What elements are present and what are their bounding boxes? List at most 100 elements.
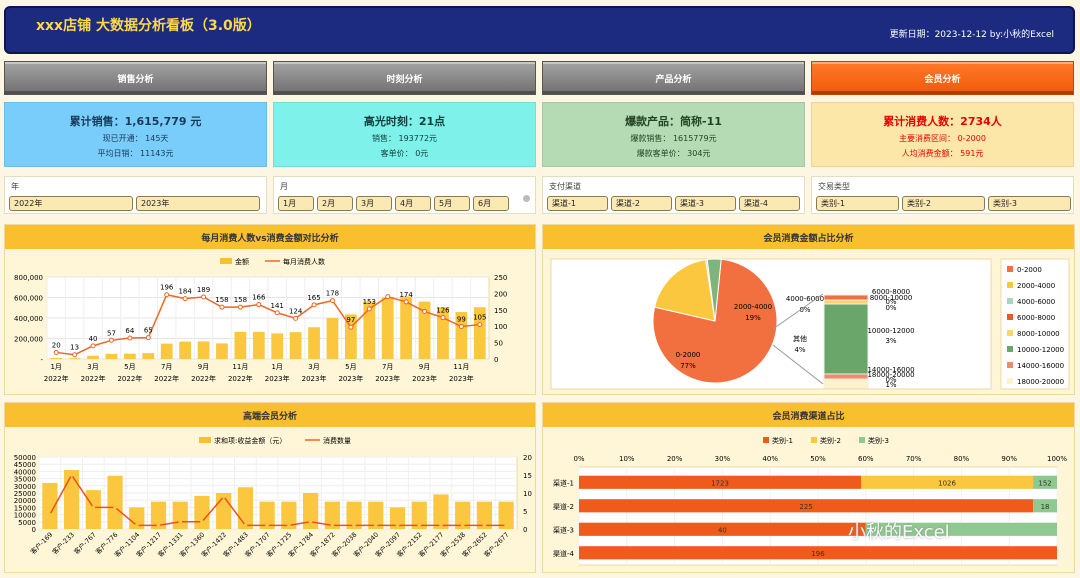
line-point (403, 299, 409, 305)
legend-label: 2000-4000 (1017, 282, 1055, 290)
slicer-item-type-1[interactable]: 类别-1 (816, 196, 899, 211)
data-label: 40 (89, 335, 98, 343)
panel-title: 会员消费渠道占比 (543, 403, 1074, 427)
slicer-item-channel-2[interactable]: 渠道-2 (611, 196, 672, 211)
x-tick-label: 90% (1001, 455, 1017, 463)
data-label: 57 (107, 329, 116, 337)
data-label: 196 (160, 284, 174, 292)
line-point (308, 520, 313, 524)
y2-tick-label: 5 (523, 508, 527, 516)
slicer-item-2023[interactable]: 2023年 (136, 196, 260, 211)
slicer-transaction-type: 交易类型 类别-1 类别-2 类别-3 (811, 176, 1074, 214)
kpi-sales: 累计销售：1,615,779 元 现已开通： 145天 平均日销： 11143元 (4, 102, 267, 167)
line-point (90, 343, 96, 349)
line-point (127, 335, 133, 341)
slicer-item-2022[interactable]: 2022年 (9, 196, 133, 211)
watermark-text: 小秋的Excel (848, 522, 950, 543)
breakdown-segment (823, 294, 869, 301)
x-tick-label: 2022年 (154, 374, 179, 383)
slice-label: 0-2000 (676, 351, 701, 359)
line-point (329, 298, 335, 304)
data-label: 18 (1041, 503, 1050, 511)
bar (197, 341, 210, 359)
tab-sales-analysis[interactable]: 销售分析 (4, 61, 267, 95)
slicer-item-month-4[interactable]: 4月 (395, 196, 431, 211)
legend-swatch (1007, 314, 1013, 320)
y2-tick-label: 200 (494, 290, 507, 298)
legend-label: 类别-1 (772, 436, 793, 445)
line-point (477, 322, 483, 328)
y2-tick-label: 0 (494, 356, 498, 364)
line-point (91, 505, 96, 510)
panel-pie: 会员消费金额占比分析 0-2000 77% 2000-4000 19% 4000-600… (542, 224, 1075, 395)
slicer-item-month-6[interactable]: 6月 (473, 196, 509, 211)
bar (68, 358, 81, 359)
channel-stacked-bar-chart: 类别-1 类别-2 类别-3 0% 10% 20% 30% 40% 50% 60% 70% 80% 90… (553, 436, 1067, 566)
slicer-item-channel-4[interactable]: 渠道-4 (739, 196, 800, 211)
line-point (395, 523, 400, 528)
legend-label: 每月消费人数 (283, 257, 325, 266)
y-tick-label: 渠道-3 (553, 525, 574, 534)
slicer-item-type-2[interactable]: 类别-2 (902, 196, 985, 211)
panel-highend-members: 高端会员分析 求和项:收益金额（元） 消费数量 50000 45000 40000 350… (4, 402, 536, 573)
data-label: 1026 (938, 479, 956, 487)
line-point (311, 302, 317, 308)
tab-product-analysis[interactable]: 产品分析 (542, 61, 805, 95)
line-point (293, 315, 299, 321)
legend-label: 类别-2 (820, 436, 841, 445)
kpi-highlight-time: 高光时刻：21点 销售： 193772元 客单价： 0元 (273, 102, 536, 167)
bar (142, 353, 155, 359)
breakdown-segment (823, 378, 869, 389)
x-tick-label: 3月 (87, 363, 98, 371)
x-tick-label: 2022年 (81, 374, 106, 383)
tab-member-analysis[interactable]: 会员分析 (811, 61, 1074, 95)
y-tick-label: 渠道-2 (553, 502, 574, 511)
breakdown-label: 8000-10000 (870, 294, 913, 302)
x-tick-label: 2023年 (265, 374, 290, 383)
tab-time-analysis[interactable]: 时刻分析 (273, 61, 536, 95)
slicer-item-month-1[interactable]: 1月 (278, 196, 314, 211)
scrollbar-handle[interactable] (523, 195, 530, 202)
legend-label: 8000-10000 (1017, 330, 1060, 338)
data-label: 165 (307, 294, 320, 302)
bar (194, 495, 210, 529)
line-point (134, 523, 139, 528)
slicer-item-month-3[interactable]: 3月 (356, 196, 392, 211)
x-tick-label: 11月 (232, 363, 248, 371)
slicer-title: 交易类型 (818, 182, 850, 191)
x-tick-label: 客户-767 (72, 530, 98, 556)
y-tick-label: 渠道-1 (553, 478, 574, 487)
legend-swatch (859, 437, 865, 443)
slicer-item-month-5[interactable]: 5月 (434, 196, 470, 211)
bar (381, 297, 394, 359)
panel-monthly-comparison: 每月消费人数vs消费金额对比分析 金额 每月消费人数 800,000 600,000 4… (4, 224, 536, 395)
slice-label: 19% (745, 314, 761, 322)
x-tick-label: 2022年 (228, 374, 253, 383)
page-title: xxx店铺 大数据分析看板（3.0版） (36, 18, 261, 34)
line-point (237, 304, 243, 310)
line-point (182, 296, 188, 302)
legend-swatch (1007, 298, 1013, 304)
x-tick-label: 10% (619, 455, 635, 463)
slicer-item-channel-3[interactable]: 渠道-3 (675, 196, 736, 211)
y2-tick-label: 0 (523, 526, 527, 534)
data-label: 152 (1038, 479, 1051, 487)
slicer-item-type-3[interactable]: 类别-3 (988, 196, 1071, 211)
line-point (53, 349, 59, 355)
panel-title: 高端会员分析 (5, 403, 535, 427)
bar (87, 355, 99, 359)
x-tick-label: 80% (954, 455, 970, 463)
data-label: 13 (70, 344, 79, 352)
data-label: 99 (457, 316, 466, 324)
y-tick-label: 600,000 (14, 295, 43, 303)
slicer-item-channel-1[interactable]: 渠道-1 (547, 196, 608, 211)
x-tick-label: 11月 (453, 363, 469, 371)
slicer-item-month-2[interactable]: 2月 (317, 196, 353, 211)
x-tick-label: 3月 (308, 363, 319, 371)
x-tick-label: 5月 (345, 363, 356, 371)
line-point (348, 324, 354, 330)
line-point (422, 308, 428, 314)
slicer-month: 月 1月 2月 3月 4月 5月 6月 (273, 176, 536, 214)
highend-combo-chart: 求和项:收益金额（元） 消费数量5000045000400003500030000… (14, 436, 532, 559)
slice-label: 77% (680, 362, 696, 370)
